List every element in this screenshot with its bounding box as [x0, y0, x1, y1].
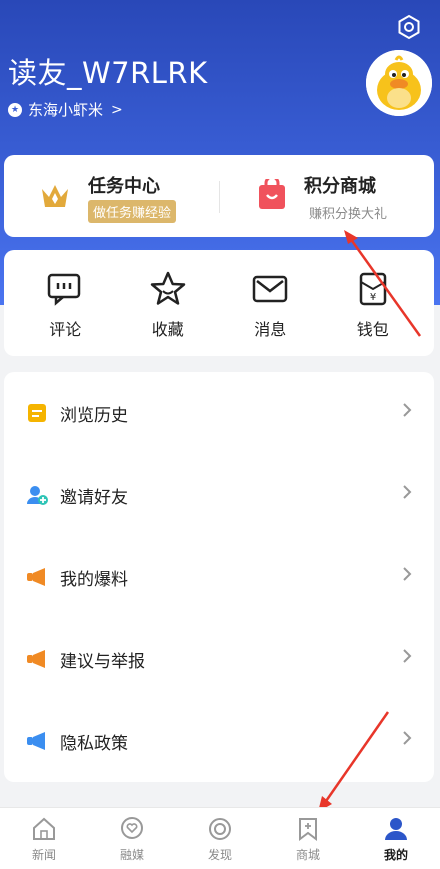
quick-action-label: 消息 [254, 320, 287, 339]
quick-action-comment[interactable]: 评论 [25, 270, 105, 356]
crown-icon [42, 185, 68, 207]
user-icon [385, 818, 407, 840]
user-level-link[interactable]: ★ 东海小虾米 > [8, 99, 123, 120]
megaphone-icon [27, 650, 45, 668]
quick-action-wallet[interactable]: ¥ 钱包 [333, 270, 413, 356]
chevron-right-icon [403, 649, 412, 663]
tab-label: 新闻 [31, 848, 56, 862]
menu-item-label: 建议与举报 [60, 651, 145, 672]
tab-label: 我的 [383, 848, 408, 862]
home-icon [33, 817, 55, 840]
chevron-right-icon [403, 403, 412, 417]
duck-avatar-icon [366, 50, 432, 116]
heart-badge-icon [121, 817, 143, 839]
menu-item-label: 隐私政策 [60, 733, 128, 754]
level-badge-icon: ★ [8, 102, 22, 117]
tab-mall[interactable]: 商城 [264, 808, 352, 869]
discover-icon [209, 818, 231, 840]
menu-item-invite-friends[interactable]: 邀请好友 [4, 454, 434, 536]
quick-action-label: 评论 [49, 320, 82, 339]
mail-icon [253, 275, 288, 303]
quick-action-label: 钱包 [356, 320, 389, 339]
username: 读友_W7RLRK [8, 56, 208, 90]
shopping-bag-icon [259, 179, 285, 209]
bookmark-plus-icon [299, 818, 317, 841]
chevron-right-icon: > [111, 101, 123, 118]
menu-item-privacy-policy[interactable]: 隐私政策 [4, 700, 434, 782]
menu-item-label: 浏览历史 [60, 405, 128, 426]
invite-friend-icon [27, 486, 48, 505]
points-mall-entry[interactable]: 积分商城 赚积分换大礼 [219, 155, 434, 237]
quick-actions-card: 评论 收藏 消息 ¥ 钱包 [4, 250, 434, 356]
chevron-right-icon [403, 567, 412, 581]
points-mall-title: 积分商城 [304, 176, 376, 197]
comment-icon [48, 273, 81, 306]
task-center-tag: 做任务赚经验 [88, 200, 177, 223]
tab-label: 商城 [295, 848, 320, 862]
megaphone-icon [27, 732, 45, 750]
task-points-card: 任务中心 做任务赚经验 积分商城 赚积分换大礼 [4, 155, 434, 237]
tab-discover[interactable]: 发现 [176, 808, 264, 869]
chevron-right-icon [403, 485, 412, 499]
bottom-tab-bar: 新闻 融媒 发现 商城 我的 [0, 807, 440, 869]
wallet-icon: ¥ [359, 272, 386, 306]
svg-text:¥: ¥ [370, 292, 376, 303]
settings-icon[interactable] [396, 14, 422, 40]
chevron-right-icon [403, 731, 412, 745]
tab-label: 发现 [207, 848, 232, 862]
star-icon [150, 271, 185, 305]
history-icon [28, 404, 46, 422]
task-center-title: 任务中心 [88, 176, 160, 197]
megaphone-icon [27, 568, 45, 586]
tab-news[interactable]: 新闻 [0, 808, 88, 869]
menu-item-browse-history[interactable]: 浏览历史 [4, 372, 434, 454]
menu-item-label: 邀请好友 [60, 487, 128, 508]
avatar[interactable] [366, 50, 432, 116]
level-label: 东海小虾米 [28, 101, 104, 119]
points-mall-subtitle: 赚积分换大礼 [309, 207, 388, 222]
quick-action-favorite[interactable]: 收藏 [128, 270, 208, 356]
quick-action-label: 收藏 [151, 320, 184, 339]
tab-mine[interactable]: 我的 [352, 808, 440, 869]
tab-label: 融媒 [119, 848, 144, 862]
menu-item-label: 我的爆料 [60, 569, 128, 590]
quick-action-messages[interactable]: 消息 [230, 270, 310, 356]
menu-item-my-tips[interactable]: 我的爆料 [4, 536, 434, 618]
tab-media[interactable]: 融媒 [88, 808, 176, 869]
task-center-entry[interactable]: 任务中心 做任务赚经验 [4, 155, 219, 237]
menu-item-suggest-report[interactable]: 建议与举报 [4, 618, 434, 700]
menu-list-card: 浏览历史 邀请好友 我的爆料 建议与举报 隐私政策 [4, 372, 434, 782]
